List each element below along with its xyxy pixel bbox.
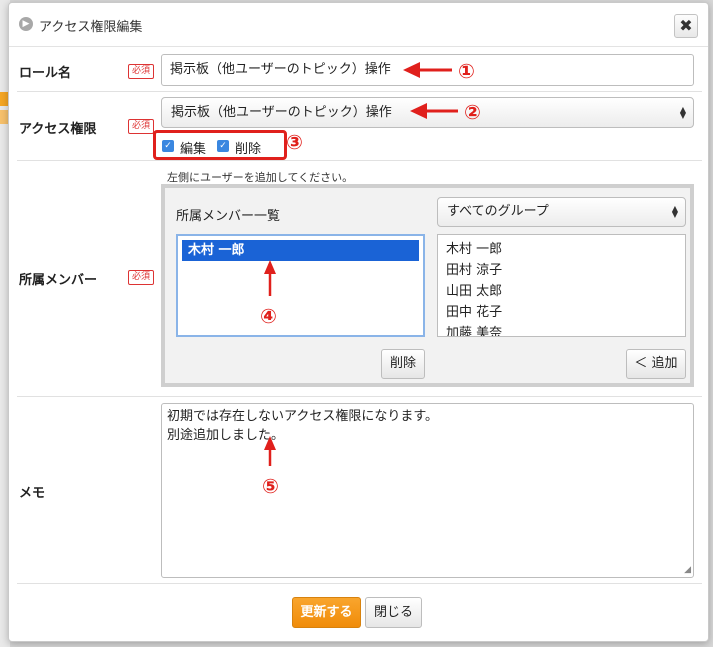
update-button[interactable]: 更新する (292, 597, 361, 628)
memo-textarea[interactable]: 初期では存在しないアクセス権限になります。 別途追加しました。 ◢ (161, 403, 694, 578)
add-member-button[interactable]: ＜ 追加 (626, 349, 686, 379)
dialog-titlebar: ▶ アクセス権限編集 ✖ (9, 3, 708, 47)
list-item[interactable]: 田中 花子 (440, 302, 683, 323)
group-select-value: すべてのグループ (447, 204, 549, 219)
close-icon[interactable]: ✖ (674, 14, 698, 38)
edit-checkbox[interactable]: ✓ (162, 140, 174, 152)
chevron-right-icon: ▶ (19, 17, 33, 31)
row-divider (17, 583, 702, 584)
member-picker: 所属メンバー一覧 すべてのグループ ▲ ▼ 木村 一郎 木村 一郎 田村 涼子 山… (161, 184, 694, 387)
select-arrows-icon: ▲ ▼ (679, 104, 686, 120)
role-required-badge: 必須 (128, 64, 154, 79)
resize-handle-icon[interactable]: ◢ (684, 566, 691, 575)
list-item[interactable]: 木村 一郎 (440, 239, 683, 260)
role-name-label: ロール名 (19, 66, 72, 81)
list-item[interactable]: 田村 涼子 (440, 260, 683, 281)
members-label: 所属メンバー (19, 273, 98, 288)
annotation-number-5: ⑤ (262, 474, 279, 498)
remove-member-button[interactable]: 削除 (381, 349, 425, 379)
row-divider (17, 91, 702, 92)
annotation-number-4: ④ (260, 304, 277, 328)
row-divider (17, 396, 702, 397)
close-button[interactable]: 閉じる (365, 597, 422, 628)
access-label: アクセス権限 (19, 122, 97, 137)
annotation-number-3: ③ (286, 130, 303, 154)
members-hint: 左側にユーザーを追加してください。 (167, 171, 354, 184)
background-highlight-2 (0, 110, 8, 124)
annotation-number-1: ① (458, 59, 475, 83)
group-select[interactable]: すべてのグループ ▲ ▼ (437, 197, 686, 227)
list-item[interactable]: 木村 一郎 (182, 240, 419, 261)
access-select-value: 掲示板（他ユーザーのトピック）操作 (171, 105, 392, 120)
list-item[interactable]: 加藤 美奈 (440, 323, 683, 336)
edit-checkbox-label: 編集 (180, 142, 207, 157)
memo-text: 初期では存在しないアクセス権限になります。 別途追加しました。 (167, 409, 439, 443)
delete-checkbox-label: 削除 (235, 142, 262, 157)
available-member-list[interactable]: 木村 一郎 田村 涼子 山田 太郎 田中 花子 加藤 美奈 (437, 234, 686, 337)
access-edit-dialog: ▶ アクセス権限編集 ✖ ロール名 必須 掲示板（他ユーザーのトピック）操作 ア… (8, 2, 709, 642)
assigned-member-list[interactable]: 木村 一郎 (176, 234, 425, 337)
background-highlight (0, 92, 8, 106)
members-required-badge: 必須 (128, 270, 154, 285)
access-select[interactable]: 掲示板（他ユーザーのトピック）操作 ▲ ▼ (161, 97, 694, 128)
role-name-input[interactable]: 掲示板（他ユーザーのトピック）操作 (161, 54, 694, 86)
access-required-badge: 必須 (128, 119, 154, 134)
memo-label: メモ (19, 486, 46, 501)
select-arrows-icon: ▲ ▼ (671, 204, 678, 219)
list-item[interactable]: 山田 太郎 (440, 281, 683, 302)
dialog-title: アクセス権限編集 (39, 20, 143, 35)
delete-checkbox[interactable]: ✓ (217, 140, 229, 152)
row-divider (17, 160, 702, 161)
permission-checkbox-group: ✓ 編集 ✓ 削除 (153, 130, 287, 160)
member-list-title: 所属メンバー一覧 (176, 209, 281, 224)
annotation-number-2: ② (464, 100, 481, 124)
